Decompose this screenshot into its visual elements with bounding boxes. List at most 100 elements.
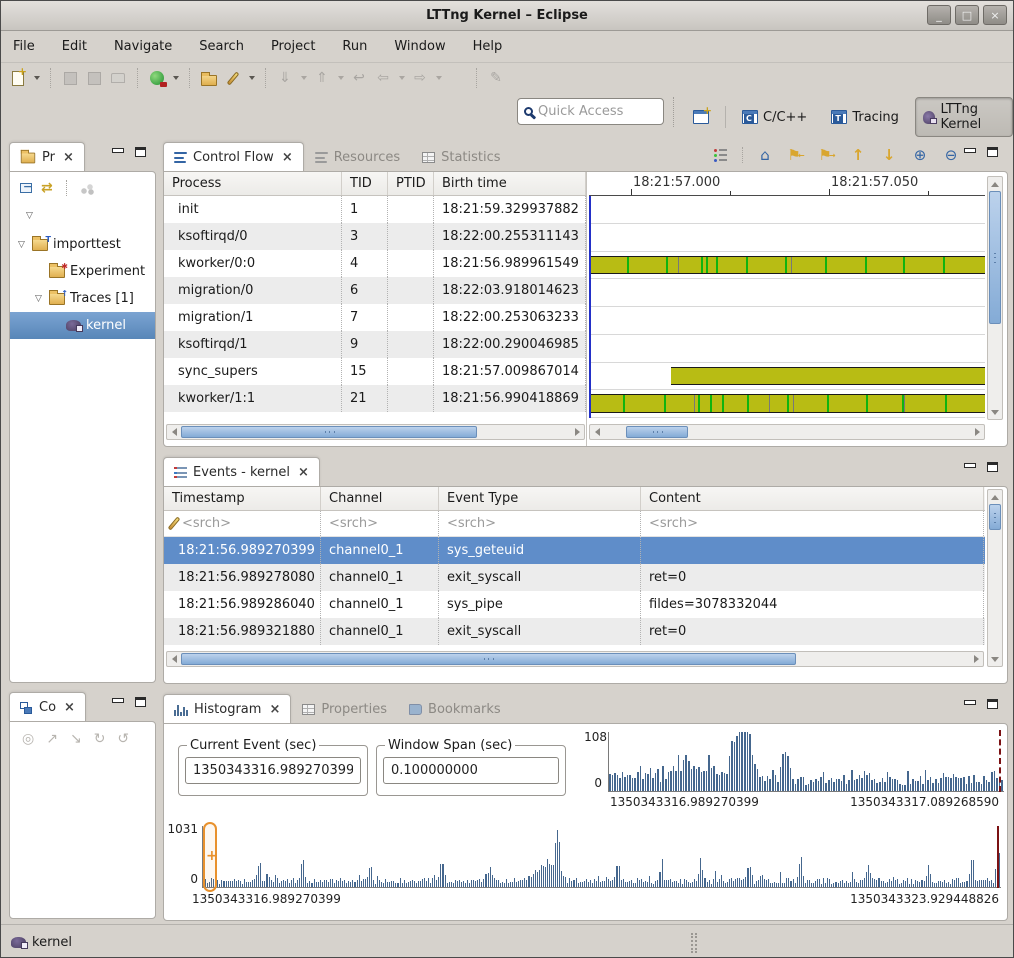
process-table-hscrollbar[interactable] xyxy=(166,424,585,440)
tree-item-kernel[interactable]: kernel xyxy=(10,312,155,339)
minimize-view-icon[interactable] xyxy=(964,463,975,472)
events-search-row[interactable]: <srch> <srch> <srch> <srch> xyxy=(164,511,985,537)
tab-events-kernel[interactable]: Events - kernel × xyxy=(163,457,320,487)
event-row[interactable]: 18:21:56.989278080channel0_1exit_syscall… xyxy=(164,564,985,591)
pin-editor-icon[interactable]: ✎ xyxy=(487,69,505,87)
window-span-histogram[interactable] xyxy=(608,732,1004,792)
save-icon[interactable] xyxy=(61,69,79,87)
collapse-all-icon[interactable] xyxy=(20,183,32,193)
close-icon[interactable]: × xyxy=(269,702,280,717)
scroll-up-icon[interactable] xyxy=(988,177,1002,191)
process-table-row[interactable]: sync_supers1518:21:57.009867014 xyxy=(164,358,587,385)
menu-run[interactable]: Run xyxy=(342,39,367,54)
scroll-down-icon[interactable] xyxy=(988,652,1002,666)
tab-control-flow[interactable]: Control Flow × xyxy=(163,142,304,172)
delete-connection-icon[interactable]: ↺ xyxy=(117,731,129,747)
tab-properties[interactable]: Properties xyxy=(291,694,398,724)
close-icon[interactable]: × xyxy=(298,465,309,480)
zoom-out-icon[interactable]: ⊖ xyxy=(942,146,960,164)
timeline-chart[interactable] xyxy=(589,196,985,418)
menu-edit[interactable]: Edit xyxy=(62,39,87,54)
run-dropdown[interactable] xyxy=(173,76,179,80)
process-table-row[interactable]: init118:21:59.329937882 xyxy=(164,196,587,223)
col-birth-time[interactable]: Birth time xyxy=(434,172,586,195)
process-table-row[interactable]: migration/1718:22:00.253063233 xyxy=(164,304,587,331)
import-dropdown[interactable] xyxy=(301,76,307,80)
reset-time-scale-home-icon[interactable]: ⌂ xyxy=(756,146,774,164)
minimize-view-icon[interactable] xyxy=(964,700,975,709)
events-hscrollbar[interactable] xyxy=(166,651,984,667)
col-content[interactable]: Content xyxy=(641,487,984,510)
new-connection-icon[interactable]: ◎ xyxy=(22,731,34,747)
process-table-row[interactable]: kworker/1:12118:21:56.990418869 xyxy=(164,385,587,412)
process-table-row[interactable]: migration/0618:22:03.918014623 xyxy=(164,277,587,304)
back-dropdown[interactable] xyxy=(399,76,405,80)
maximize-window-button[interactable]: □ xyxy=(955,5,979,25)
timeline-row-kworker-1-1[interactable] xyxy=(589,390,985,418)
search-dropdown[interactable] xyxy=(249,76,255,80)
menu-window[interactable]: Window xyxy=(394,39,445,54)
scroll-left-icon[interactable] xyxy=(167,425,181,439)
timeline-row-ksoftirqd-1[interactable] xyxy=(589,335,985,363)
run-external-tools-icon[interactable] xyxy=(148,69,166,87)
window-selection-marker[interactable] xyxy=(203,822,217,892)
link-with-editor-icon[interactable]: ⇄ xyxy=(41,182,53,194)
tab-bookmarks[interactable]: Bookmarks xyxy=(398,694,512,724)
current-event-input[interactable] xyxy=(185,757,361,784)
events-vscrollbar[interactable] xyxy=(987,489,1003,667)
close-icon[interactable]: × xyxy=(64,700,75,715)
export-icon[interactable]: ⇑ xyxy=(313,69,331,87)
perspective-cpp[interactable]: C C/C++ xyxy=(734,105,815,130)
scroll-right-icon[interactable] xyxy=(969,652,983,666)
scroll-left-icon[interactable] xyxy=(167,652,181,666)
close-icon[interactable]: × xyxy=(63,150,74,165)
scroll-right-icon[interactable] xyxy=(970,425,984,439)
col-event-type[interactable]: Event Type xyxy=(439,487,641,510)
maximize-view-icon[interactable] xyxy=(135,147,146,157)
col-channel[interactable]: Channel xyxy=(321,487,439,510)
chevron-down-icon[interactable]: ▽ xyxy=(33,294,44,304)
chevron-down-icon[interactable]: ▽ xyxy=(16,240,27,250)
timeline-row-kworker-0-0[interactable] xyxy=(589,252,985,280)
tree-item-traces-1-[interactable]: ▽↑Traces [1] xyxy=(10,285,155,312)
quick-access-input[interactable] xyxy=(538,104,638,119)
working-set-row[interactable]: ▽ xyxy=(10,202,155,229)
open-perspective-button[interactable] xyxy=(685,105,717,129)
scroll-up-icon[interactable] xyxy=(988,490,1002,504)
perspective-lttng-kernel[interactable]: LTTng Kernel xyxy=(915,97,1013,137)
tab-statistics[interactable]: Statistics xyxy=(411,142,511,172)
menu-project[interactable]: Project xyxy=(271,39,315,54)
minimize-window-button[interactable]: _ xyxy=(927,5,951,25)
minimize-view-icon[interactable] xyxy=(964,148,975,157)
forward-dropdown[interactable] xyxy=(436,76,442,80)
tree-item-experiment[interactable]: ✱Experiment xyxy=(10,258,155,285)
window-span-input[interactable] xyxy=(383,757,559,784)
col-process[interactable]: Process xyxy=(164,172,342,195)
zoom-in-icon[interactable]: ⊕ xyxy=(911,146,929,164)
view-menu-icon[interactable] xyxy=(80,182,95,195)
maximize-view-icon[interactable] xyxy=(987,699,998,709)
search-highlight-icon[interactable] xyxy=(224,69,242,87)
process-table-row[interactable]: ksoftirqd/0318:22:00.255311143 xyxy=(164,223,587,250)
export-dropdown[interactable] xyxy=(338,76,344,80)
next-process-icon[interactable]: ↓ xyxy=(880,146,898,164)
menu-search[interactable]: Search xyxy=(199,39,244,54)
close-window-button[interactable]: × xyxy=(983,5,1007,25)
import-icon[interactable]: ⇓ xyxy=(276,69,294,87)
last-edit-location-icon[interactable]: ↩ xyxy=(350,69,368,87)
forward-icon[interactable]: ⇨ xyxy=(411,69,429,87)
maximize-view-icon[interactable] xyxy=(987,462,998,472)
tab-control[interactable]: Co × xyxy=(9,692,86,722)
process-table-row[interactable]: kworker/0:0418:21:56.989961549 xyxy=(164,250,587,277)
timeline-row-migration-0[interactable] xyxy=(589,279,985,307)
process-table-row[interactable]: ksoftirqd/1918:22:00.290046985 xyxy=(164,331,587,358)
disconnect-icon[interactable]: ↘ xyxy=(70,731,82,747)
timeline-row-sync-supers[interactable] xyxy=(589,363,985,391)
search-content[interactable]: <srch> xyxy=(649,516,698,531)
next-event-icon[interactable]: ⚑→ xyxy=(818,146,836,164)
tab-resources[interactable]: Resources xyxy=(304,142,411,172)
tab-histogram[interactable]: Histogram × xyxy=(163,694,291,724)
search-timestamp[interactable]: <srch> xyxy=(182,516,231,531)
event-row[interactable]: 18:21:56.989321880channel0_1exit_syscall… xyxy=(164,618,985,645)
timeline-row-init[interactable] xyxy=(589,196,985,224)
